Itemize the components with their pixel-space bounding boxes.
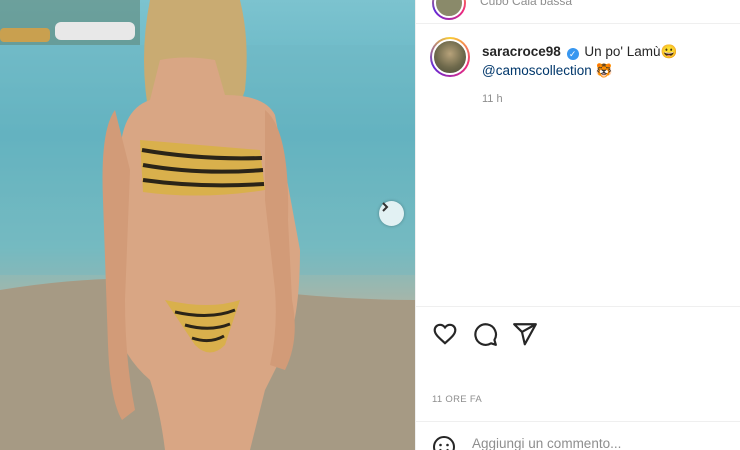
header-avatar[interactable] [432, 0, 466, 20]
emoji-icon[interactable] [432, 435, 456, 450]
add-comment-bar [416, 421, 740, 450]
comment-icon[interactable] [472, 321, 498, 347]
caption-emoji: 🐯 [595, 63, 613, 78]
post-date[interactable]: 11 ORE FA [432, 394, 482, 405]
caption-avatar[interactable] [430, 37, 470, 77]
caption-mention[interactable]: @camoscollection [482, 63, 592, 78]
post-header: Cubo Cala bassa [416, 0, 740, 24]
photo-illustration [0, 0, 415, 450]
caption-username[interactable]: saracroce98 [482, 44, 561, 59]
post-photo [0, 0, 415, 450]
heart-icon[interactable] [432, 321, 458, 347]
caption-body: Un po' Lamù😀 [584, 44, 678, 59]
comment-input[interactable] [472, 436, 692, 450]
post-actions-bar [416, 306, 740, 366]
caption-text: saracroce98 ✓ Un po' Lamù😀 @camoscollect… [482, 42, 722, 80]
next-photo-button[interactable] [379, 201, 404, 226]
post-details-panel: Cubo Cala bassa saracroce98 ✓ Un po' Lam… [415, 0, 740, 450]
caption-relative-time: 11 h [482, 93, 503, 105]
share-icon[interactable] [512, 321, 538, 347]
verified-badge-icon: ✓ [566, 48, 579, 60]
post-location[interactable]: Cubo Cala bassa [480, 0, 572, 8]
